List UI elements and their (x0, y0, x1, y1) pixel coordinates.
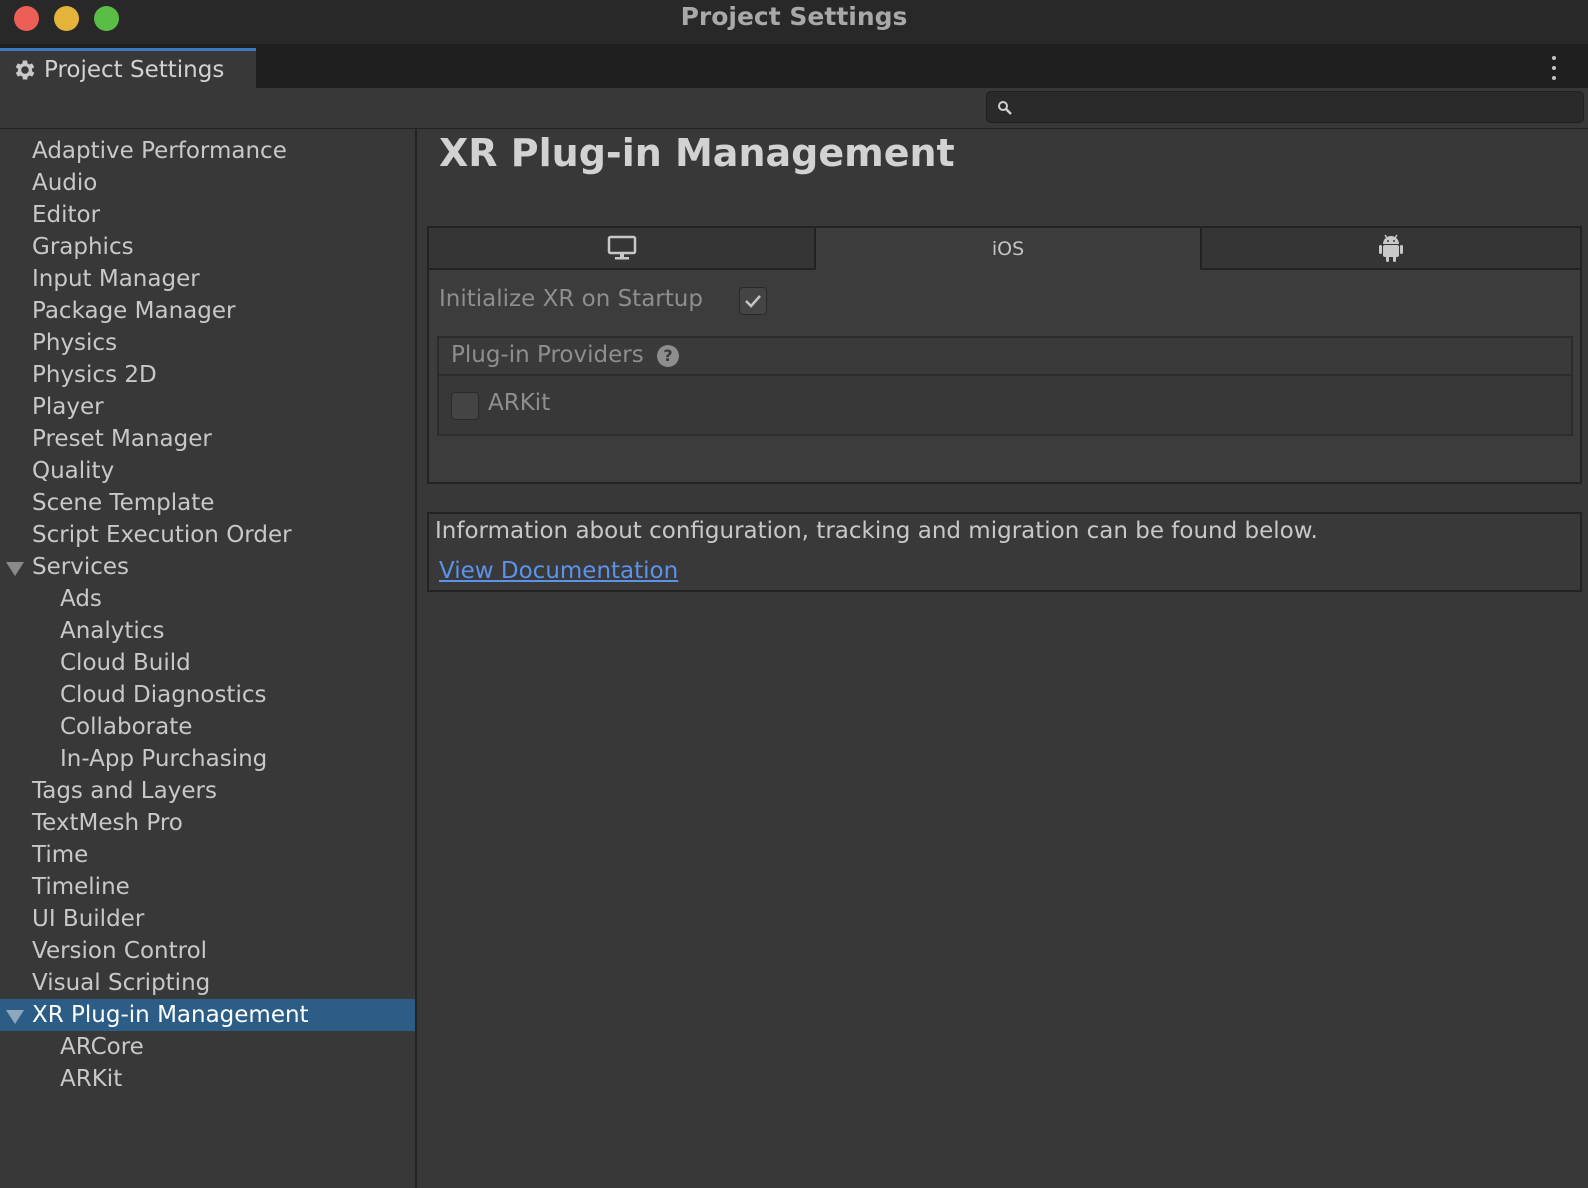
sidebar-item-timeline[interactable]: Timeline (0, 871, 415, 903)
help-icon[interactable]: ? (657, 345, 679, 367)
sidebar-item-editor[interactable]: Editor (0, 199, 415, 231)
info-text: Information about configuration, trackin… (435, 518, 1318, 544)
sidebar-item-input-manager[interactable]: Input Manager (0, 263, 415, 295)
sidebar-item-arkit[interactable]: ARKit (0, 1063, 415, 1095)
plug-in-providers-label: Plug-in Providers (451, 342, 644, 368)
arkit-provider-label: ARKit (488, 390, 551, 416)
title-bar: Project Settings (0, 0, 1588, 44)
info-box: Information about configuration, trackin… (427, 512, 1582, 592)
platform-settings-panel: iOS Initialize XR on Startup Plug-in Pro… (427, 226, 1582, 484)
android-icon (1379, 234, 1403, 262)
tab-standalone[interactable] (429, 228, 816, 270)
sidebar-item-collaborate[interactable]: Collaborate (0, 711, 415, 743)
toolbar (0, 88, 1588, 129)
sidebar-item-player[interactable]: Player (0, 391, 415, 423)
sidebar-item-version-control[interactable]: Version Control (0, 935, 415, 967)
sidebar-item-services[interactable]: Services (0, 551, 415, 583)
sidebar-item-package-manager[interactable]: Package Manager (0, 295, 415, 327)
sidebar-item-in-app-purchasing[interactable]: In-App Purchasing (0, 743, 415, 775)
tab-android[interactable] (1202, 228, 1580, 270)
tab-ios-label: iOS (991, 238, 1025, 260)
tab-label: Project Settings (44, 56, 225, 83)
gear-icon (15, 59, 35, 80)
sidebar-item-quality[interactable]: Quality (0, 455, 415, 487)
sidebar-item-script-execution-order[interactable]: Script Execution Order (0, 519, 415, 551)
sidebar-item-audio[interactable]: Audio (0, 167, 415, 199)
sidebar-item-arcore[interactable]: ARCore (0, 1031, 415, 1063)
sidebar-item-analytics[interactable]: Analytics (0, 615, 415, 647)
tab-ios[interactable]: iOS (816, 228, 1202, 270)
sidebar-item-physics[interactable]: Physics (0, 327, 415, 359)
plug-in-providers-header: Plug-in Providers ? (439, 338, 1571, 376)
tab-strip: Project Settings (0, 44, 1588, 89)
settings-content: XR Plug-in Management iOS Initialize XR … (417, 129, 1588, 1188)
search-field[interactable] (986, 91, 1584, 123)
plug-in-providers-group: Plug-in Providers ? ARKit (437, 336, 1573, 436)
initialize-xr-label: Initialize XR on Startup (439, 286, 703, 312)
tab-project-settings[interactable]: Project Settings (0, 48, 256, 88)
sidebar-item-ads[interactable]: Ads (0, 583, 415, 615)
arkit-provider-checkbox[interactable] (451, 392, 479, 420)
view-documentation-link[interactable]: View Documentation (439, 558, 678, 584)
sidebar-item-textmesh-pro[interactable]: TextMesh Pro (0, 807, 415, 839)
sidebar-item-cloud-diagnostics[interactable]: Cloud Diagnostics (0, 679, 415, 711)
desktop-icon (607, 235, 636, 260)
sidebar-item-visual-scripting[interactable]: Visual Scripting (0, 967, 415, 999)
sidebar-item-physics-2d[interactable]: Physics 2D (0, 359, 415, 391)
foldout-arrow-icon[interactable] (6, 562, 24, 576)
initialize-xr-checkbox[interactable] (739, 287, 767, 315)
sidebar-item-preset-manager[interactable]: Preset Manager (0, 423, 415, 455)
page-title: XR Plug-in Management (439, 131, 955, 175)
sidebar-item-graphics[interactable]: Graphics (0, 231, 415, 263)
search-icon (998, 101, 1012, 115)
sidebar-item-ui-builder[interactable]: UI Builder (0, 903, 415, 935)
window-title: Project Settings (680, 2, 908, 31)
sidebar-item-cloud-build[interactable]: Cloud Build (0, 647, 415, 679)
sidebar-item-time[interactable]: Time (0, 839, 415, 871)
sidebar-item-xr-plug-in-management[interactable]: XR Plug-in Management (0, 999, 415, 1031)
settings-sidebar: Adaptive Performance Audio Editor Graphi… (0, 129, 417, 1188)
sidebar-item-adaptive-performance[interactable]: Adaptive Performance (0, 135, 415, 167)
sidebar-item-tags-and-layers[interactable]: Tags and Layers (0, 775, 415, 807)
checkmark-icon (745, 295, 761, 308)
more-options-icon[interactable] (1550, 56, 1558, 80)
foldout-arrow-icon[interactable] (6, 1010, 24, 1024)
sidebar-item-scene-template[interactable]: Scene Template (0, 487, 415, 519)
